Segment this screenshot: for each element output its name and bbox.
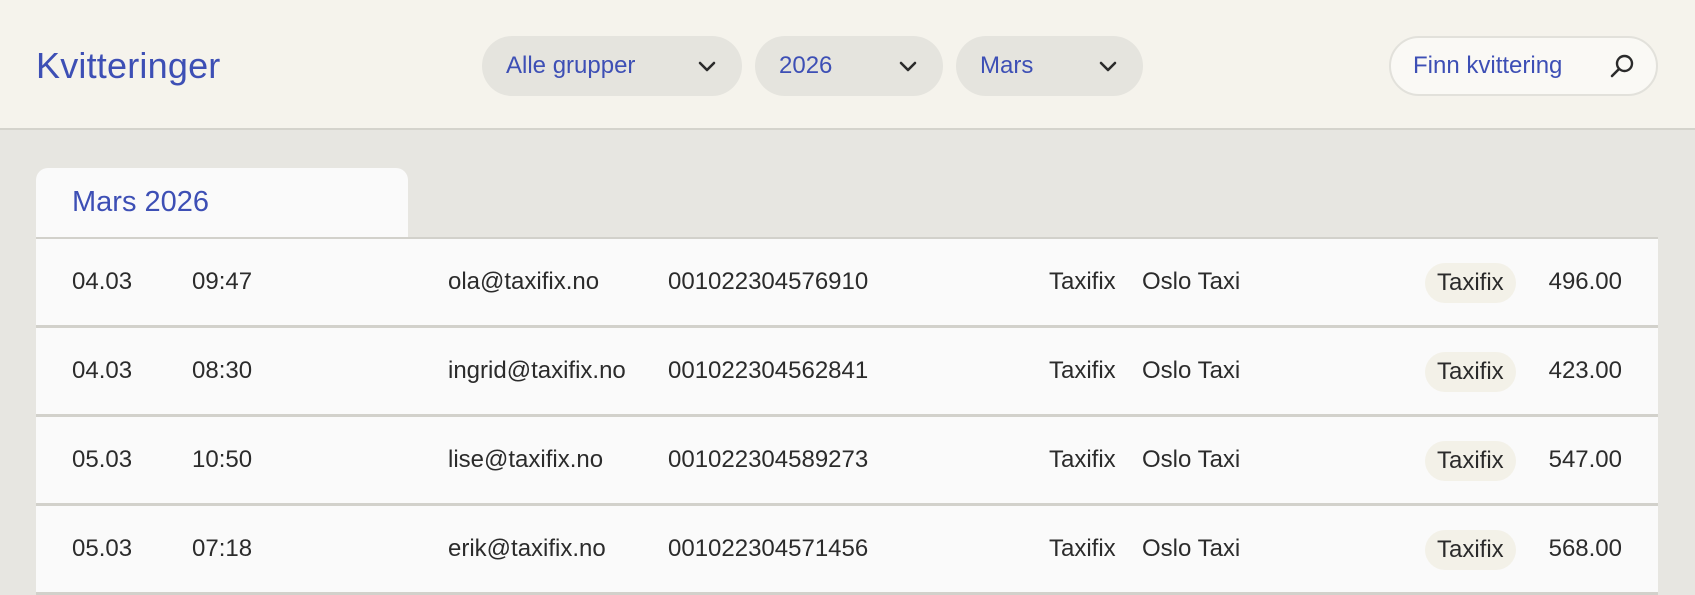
chevron-down-icon [698,61,716,72]
page-title: Kvitteringer [36,45,221,86]
month-section-tab: Mars 2026 [36,168,408,238]
chevron-down-icon [899,61,917,72]
search-box [1389,36,1658,96]
receipt-amount: 568.00 [1548,535,1622,562]
receipt-list: 04.03 09:47 ola@taxifix.no 0010223045769… [36,237,1658,595]
table-row[interactable]: 04.03 09:47 ola@taxifix.no 0010223045769… [36,239,1658,328]
receipt-email: ola@taxifix.no [448,268,600,295]
receipt-date: 04.03 [72,357,133,384]
search-icon[interactable] [1608,52,1636,80]
receipt-operator: Oslo Taxi [1142,535,1241,562]
receipt-tag-badge: Taxifix [1425,441,1516,481]
receipt-tag-badge: Taxifix [1425,263,1516,303]
receipt-amount: 547.00 [1548,446,1622,473]
receipt-company: Taxifix [1049,357,1116,384]
receipt-company: Taxifix [1049,535,1116,562]
receipt-tag-badge: Taxifix [1425,352,1516,392]
group-select[interactable]: Alle grupper [482,36,742,96]
search-input[interactable] [1413,52,1608,80]
receipt-time: 08:30 [192,357,253,384]
year-select[interactable]: 2026 [755,36,943,96]
month-select-value: Mars [980,52,1034,79]
receipt-company: Taxifix [1049,268,1116,295]
receipt-operator: Oslo Taxi [1142,446,1241,473]
receipt-date: 04.03 [72,268,133,295]
receipt-company: Taxifix [1049,446,1116,473]
group-select-value: Alle grupper [506,52,636,79]
receipt-time: 09:47 [192,268,253,295]
receipt-reference: 001022304571456 [668,535,869,562]
receipt-tag-badge: Taxifix [1425,530,1516,570]
receipt-operator: Oslo Taxi [1142,357,1241,384]
receipt-time: 10:50 [192,446,253,473]
year-select-value: 2026 [779,52,833,79]
receipt-email: lise@taxifix.no [448,446,604,473]
receipt-amount: 496.00 [1548,268,1622,295]
receipt-date: 05.03 [72,535,133,562]
receipt-email: erik@taxifix.no [448,535,606,562]
receipt-reference: 001022304576910 [668,268,869,295]
receipt-email: ingrid@taxifix.no [448,357,626,384]
app-header: Kvitteringer Alle grupper 2026 Mars [0,0,1695,130]
receipt-date: 05.03 [72,446,133,473]
month-select[interactable]: Mars [956,36,1143,96]
table-row[interactable]: 04.03 08:30 ingrid@taxifix.no 0010223045… [36,328,1658,417]
receipt-amount: 423.00 [1548,357,1622,384]
receipt-operator: Oslo Taxi [1142,268,1241,295]
table-row[interactable]: 05.03 07:18 erik@taxifix.no 001022304571… [36,506,1658,595]
receipt-reference: 001022304562841 [668,357,869,384]
receipt-time: 07:18 [192,535,253,562]
chevron-down-icon [1099,61,1117,72]
receipt-reference: 001022304589273 [668,446,869,473]
table-row[interactable]: 05.03 10:50 lise@taxifix.no 001022304589… [36,417,1658,506]
